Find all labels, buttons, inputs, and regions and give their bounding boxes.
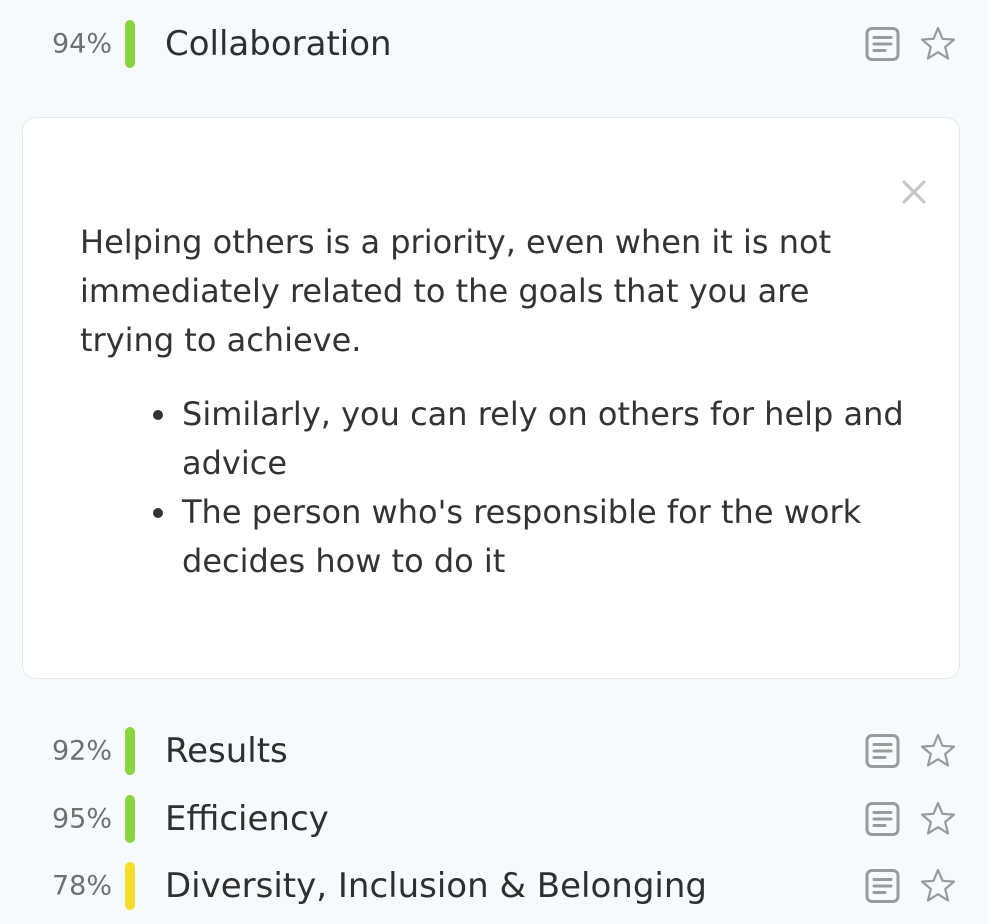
note-icon[interactable] (865, 802, 900, 837)
category-label: Efficiency (165, 799, 329, 839)
score-percent: 92% (51, 735, 112, 767)
description-bullet-list: Similarly, you can rely on others for he… (80, 390, 910, 586)
score-percent: 95% (51, 803, 112, 835)
category-row-results[interactable]: 92% Results (0, 717, 988, 785)
score-percent: 94% (51, 28, 112, 60)
category-detail-card: Helping others is a priority, even when … (22, 117, 960, 679)
score-percent: 78% (51, 870, 112, 902)
category-description: Helping others is a priority, even when … (80, 223, 832, 359)
category-row-diversity-inclusion-belonging[interactable]: 78% Diversity, Inclusion & Belonging (0, 852, 988, 920)
note-icon[interactable] (865, 869, 900, 904)
category-row-efficiency[interactable]: 95% Efficiency (0, 785, 988, 853)
category-label: Diversity, Inclusion & Belonging (165, 866, 707, 906)
score-bar (125, 727, 135, 775)
category-label: Results (165, 731, 288, 771)
bullet-item: The person who's responsible for the wor… (180, 488, 910, 586)
score-bar (125, 795, 135, 843)
bullet-item: Similarly, you can rely on others for he… (180, 390, 910, 488)
star-outline-icon[interactable] (919, 732, 957, 770)
star-outline-icon[interactable] (919, 800, 957, 838)
category-label: Collaboration (165, 24, 392, 64)
category-row-collaboration[interactable]: 94% Collaboration (0, 10, 988, 78)
score-bar (125, 862, 135, 910)
close-icon[interactable] (900, 178, 928, 206)
note-icon[interactable] (865, 27, 900, 62)
note-icon[interactable] (865, 734, 900, 769)
score-bar (125, 20, 135, 68)
star-outline-icon[interactable] (919, 867, 957, 905)
star-outline-icon[interactable] (919, 25, 957, 63)
